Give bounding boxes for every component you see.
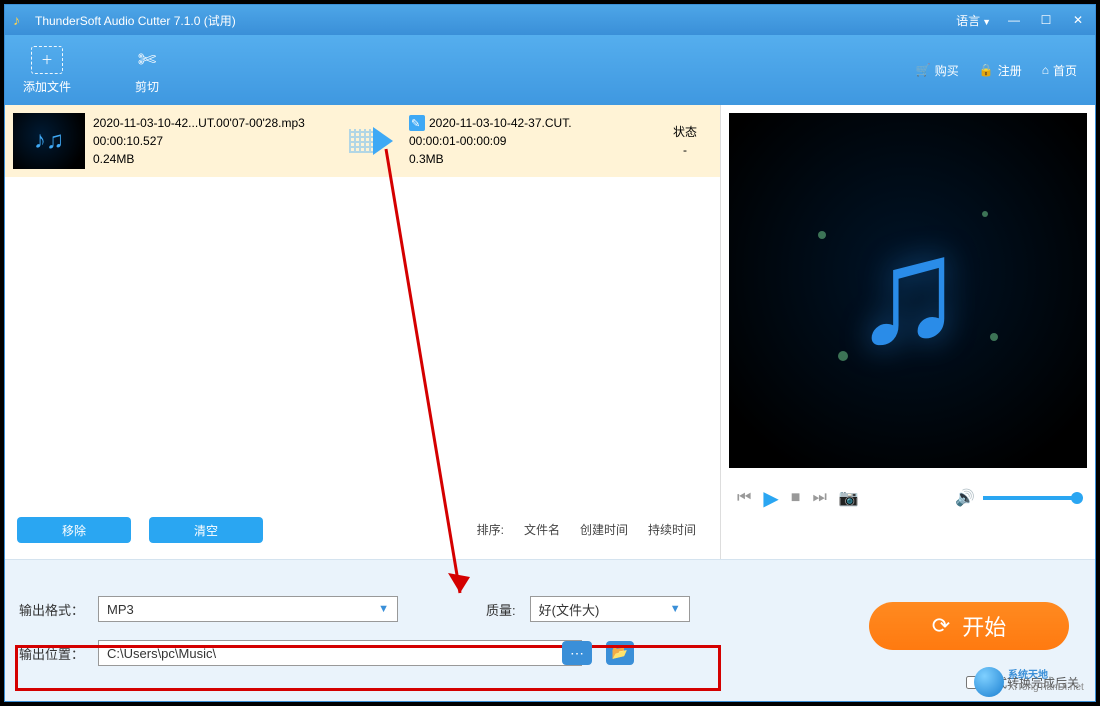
- source-duration: 00:00:10.527: [93, 132, 333, 150]
- format-label: 输出格式：: [19, 600, 84, 619]
- edit-icon[interactable]: [409, 115, 425, 131]
- format-select[interactable]: MP3▼: [98, 596, 398, 622]
- scissors-icon: ✄: [131, 46, 163, 74]
- output-filename: 2020-11-03-10-42-37.CUT.: [429, 114, 572, 132]
- content-area: ♪♫ 2020-11-03-10-42...UT.00'07-00'28.mp3…: [5, 105, 1095, 559]
- start-button[interactable]: ⟳ 开始: [869, 602, 1069, 650]
- toolbar: ＋ 添加文件 ✄ 剪切 🛒 购买 🔒 注册 ⌂ 首页: [5, 35, 1095, 105]
- sort-by-filename[interactable]: 文件名: [524, 521, 560, 538]
- maximize-button[interactable]: ☐: [1037, 13, 1055, 27]
- preview-panel: [729, 113, 1087, 468]
- register-link[interactable]: 🔒 注册: [979, 62, 1022, 79]
- sort-by-ctime[interactable]: 创建时间: [580, 521, 628, 538]
- refresh-icon: ⟳: [932, 613, 950, 639]
- home-icon: ⌂: [1042, 63, 1049, 77]
- snapshot-button[interactable]: 📷: [839, 488, 859, 508]
- sort-by-duration[interactable]: 持续时间: [648, 521, 696, 538]
- volume-control[interactable]: 🔊: [955, 488, 1079, 508]
- film-plus-icon: ＋: [31, 46, 63, 74]
- list-actions: 移除 清空 排序: 文件名 创建时间 持续时间: [5, 509, 720, 559]
- output-path-label: 输出位置：: [19, 644, 84, 663]
- left-pane: ♪♫ 2020-11-03-10-42...UT.00'07-00'28.mp3…: [5, 105, 721, 559]
- prev-button[interactable]: ⏮: [737, 489, 751, 507]
- quality-label: 质量:: [486, 600, 516, 619]
- lock-icon: 🔒: [979, 63, 994, 77]
- sort-label: 排序:: [477, 521, 504, 538]
- source-filename: 2020-11-03-10-42...UT.00'07-00'28.mp3: [93, 114, 333, 132]
- music-note-icon: [808, 191, 1008, 391]
- arrow-icon: [333, 127, 409, 155]
- titlebar: ThunderSoft Audio Cutter 7.1.0 (试用) 语言▼ …: [5, 5, 1095, 35]
- app-window: ThunderSoft Audio Cutter 7.1.0 (试用) 语言▼ …: [4, 4, 1096, 702]
- file-list: ♪♫ 2020-11-03-10-42...UT.00'07-00'28.mp3…: [5, 105, 720, 509]
- output-file-meta: 2020-11-03-10-42-37.CUT. 00:00:01-00:00:…: [409, 114, 650, 168]
- file-row[interactable]: ♪♫ 2020-11-03-10-42...UT.00'07-00'28.mp3…: [5, 105, 720, 178]
- status-column: 状态 -: [650, 123, 720, 159]
- language-menu[interactable]: 语言▼: [956, 12, 991, 29]
- quality-select[interactable]: 好(文件大)▼: [530, 596, 690, 622]
- remove-button[interactable]: 移除: [17, 517, 131, 543]
- browse-folder-button[interactable]: 📂: [606, 641, 634, 665]
- clear-button[interactable]: 清空: [149, 517, 263, 543]
- app-icon: [13, 12, 29, 28]
- speaker-icon: 🔊: [955, 488, 975, 508]
- output-range: 00:00:01-00:00:09: [409, 132, 650, 150]
- status-value: -: [650, 141, 720, 159]
- close-button[interactable]: ✕: [1069, 13, 1087, 27]
- output-path-input[interactable]: C:\Users\pc\Music\: [98, 640, 582, 666]
- watermark: 系统天地 XiTongTianDi.net: [974, 664, 1094, 700]
- app-title: ThunderSoft Audio Cutter 7.1.0 (试用): [35, 12, 236, 29]
- source-size: 0.24MB: [93, 150, 333, 168]
- output-settings: 输出格式： MP3▼ 质量: 好(文件大)▼ 输出位置： C:\Users\pc…: [5, 559, 1095, 701]
- next-button[interactable]: ⏭: [812, 489, 826, 507]
- buy-link[interactable]: 🛒 购买: [916, 62, 959, 79]
- add-files-button[interactable]: ＋ 添加文件: [23, 46, 71, 95]
- play-button[interactable]: ▶: [763, 486, 778, 511]
- file-thumbnail: ♪♫: [13, 113, 85, 169]
- output-size: 0.3MB: [409, 150, 650, 168]
- cart-icon: 🛒: [916, 63, 931, 77]
- playback-controls: ⏮ ▶ ■ ⏭ 📷 🔊: [721, 476, 1095, 520]
- stop-button[interactable]: ■: [791, 489, 801, 507]
- source-file-meta: 2020-11-03-10-42...UT.00'07-00'28.mp3 00…: [93, 114, 333, 168]
- home-link[interactable]: ⌂ 首页: [1042, 62, 1077, 79]
- globe-icon: [974, 667, 1004, 697]
- more-button[interactable]: ⋯: [562, 641, 592, 665]
- right-pane: ⏮ ▶ ■ ⏭ 📷 🔊: [721, 105, 1095, 559]
- volume-slider[interactable]: [983, 496, 1079, 500]
- cut-button[interactable]: ✄ 剪切: [131, 46, 163, 95]
- minimize-button[interactable]: —: [1005, 13, 1023, 27]
- status-header: 状态: [650, 123, 720, 141]
